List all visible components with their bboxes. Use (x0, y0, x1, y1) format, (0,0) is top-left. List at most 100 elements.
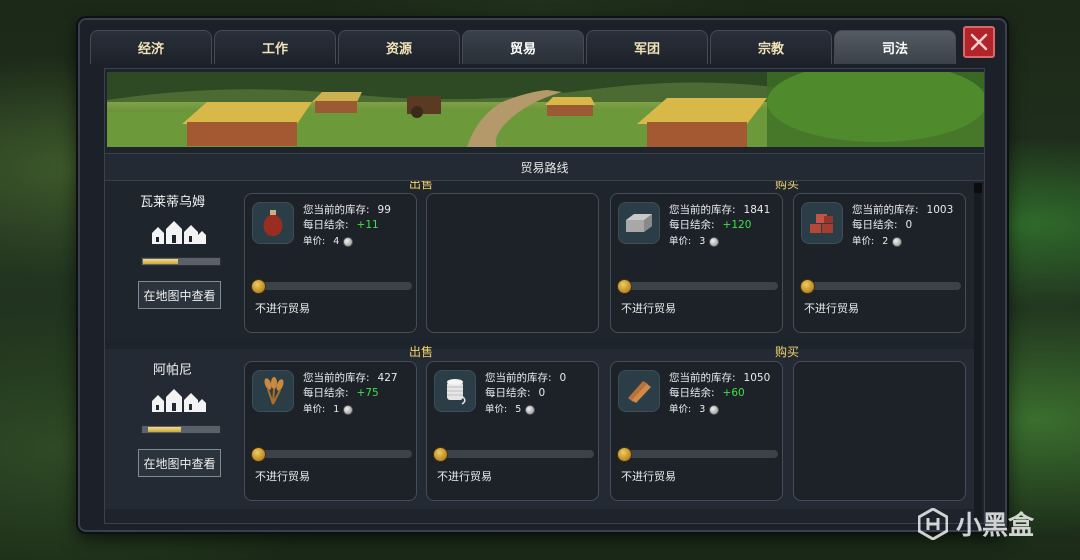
stock-value: 0 (559, 372, 567, 384)
stock-value: 1003 (926, 204, 954, 216)
price-label: 单价: (485, 404, 508, 415)
buy-section-label: 购买 (775, 181, 800, 191)
silver-coin-icon (709, 404, 720, 415)
trade-amount-slider[interactable] (251, 447, 414, 462)
slider-knob[interactable] (800, 279, 815, 294)
city-name: 阿帕尼 (152, 363, 192, 378)
trade-status: 不进行贸易 (255, 302, 310, 315)
silver-coin-icon (343, 236, 354, 247)
city-buildings-icon (152, 221, 206, 244)
daily-line: 每日结余: +75 (303, 385, 379, 400)
price-label: 单价: (852, 236, 875, 247)
trade-status: 不进行贸易 (804, 302, 859, 315)
wood-planks-icon (618, 370, 660, 412)
daily-line: 每日结余: +60 (669, 385, 745, 400)
wine-amphora-icon (252, 202, 294, 244)
close-button[interactable] (963, 26, 995, 58)
tab-economy[interactable]: 经济 (90, 30, 212, 64)
trade-route-row: 阿帕尼 在地图中查看 出售 购买 您当前的库存: 427 每日结余: +75 单… (105, 345, 975, 509)
slider-knob[interactable] (251, 447, 266, 462)
population-fill (143, 259, 178, 264)
route-city: 阿帕尼 在地图中查看 (105, 349, 240, 509)
population-fill (148, 427, 181, 432)
slider-knob[interactable] (617, 279, 632, 294)
trade-status: 不进行贸易 (621, 302, 676, 315)
view-on-map-button[interactable]: 在地图中查看 (138, 449, 221, 477)
daily-value: 0 (905, 219, 913, 231)
stock-label: 您当前的库存: (669, 372, 736, 384)
price-value: 2 (882, 236, 889, 247)
slider-track (625, 450, 778, 458)
trade-amount-slider[interactable] (617, 447, 780, 462)
slider-knob[interactable] (433, 447, 448, 462)
tab-jobs[interactable]: 工作 (214, 30, 336, 64)
daily-value: +11 (356, 219, 379, 231)
silver-coin-icon (525, 404, 536, 415)
city-name: 瓦莱蒂乌姆 (139, 195, 205, 210)
empty-trade-slot (426, 193, 599, 333)
daily-label: 每日结余: (852, 219, 898, 231)
stock-label: 您当前的库存: (852, 204, 919, 216)
thread-spool-icon (434, 370, 476, 412)
tab-trade[interactable]: 贸易 (462, 30, 584, 64)
stock-line: 您当前的库存: 1841 (669, 202, 770, 217)
bricks-icon (801, 202, 843, 244)
countryside-banner-image (107, 72, 984, 147)
slider-track (441, 450, 594, 458)
trade-card: 您当前的库存: 1050 每日结余: +60 单价: 3 不进行贸易 (610, 361, 783, 501)
stock-line: 您当前的库存: 99 (303, 202, 391, 217)
stock-value: 427 (377, 372, 398, 384)
stock-value: 1050 (743, 372, 771, 384)
scrollbar-thumb[interactable] (974, 183, 982, 193)
scrollbar[interactable] (974, 183, 982, 521)
tab-resources[interactable]: 资源 (338, 30, 460, 64)
stock-line: 您当前的库存: 0 (485, 370, 566, 385)
trade-card: 您当前的库存: 99 每日结余: +11 单价: 4 不进行贸易 (244, 193, 417, 333)
trade-amount-slider[interactable] (800, 279, 963, 294)
slider-knob[interactable] (617, 447, 632, 462)
tab-legions[interactable]: 军团 (586, 30, 708, 64)
price-value: 3 (699, 236, 706, 247)
empire-panel-window: 经济 工作 资源 贸易 军团 宗教 司法 贸易路线 瓦莱蒂乌姆 在地图中查看 出… (78, 18, 1007, 532)
daily-value: 0 (538, 387, 546, 399)
daily-label: 每日结余: (485, 387, 531, 399)
price-value: 4 (333, 236, 340, 247)
trade-status: 不进行贸易 (255, 470, 310, 483)
price-value: 5 (515, 404, 522, 415)
trade-amount-slider[interactable] (251, 279, 414, 294)
stock-label: 您当前的库存: (303, 372, 370, 384)
price-line: 单价: 1 (303, 401, 354, 415)
stone-block-icon (618, 202, 660, 244)
trade-routes-header: 贸易路线 (105, 153, 984, 181)
price-label: 单价: (303, 236, 326, 247)
trade-card: 您当前的库存: 0 每日结余: 0 单价: 5 不进行贸易 (426, 361, 599, 501)
daily-label: 每日结余: (303, 219, 349, 231)
watermark: 小黑盒 (918, 505, 1034, 542)
city-buildings-icon (152, 389, 206, 412)
trade-amount-slider[interactable] (433, 447, 596, 462)
tab-justice[interactable]: 司法 (834, 30, 956, 64)
slider-knob[interactable] (251, 279, 266, 294)
trade-card: 您当前的库存: 1841 每日结余: +120 单价: 3 不进行贸易 (610, 193, 783, 333)
stock-value: 99 (377, 204, 391, 216)
slider-track (625, 282, 778, 290)
price-label: 单价: (669, 236, 692, 247)
stock-value: 1841 (743, 204, 771, 216)
stock-line: 您当前的库存: 427 (303, 370, 398, 385)
tab-religion[interactable]: 宗教 (710, 30, 832, 64)
price-line: 单价: 3 (669, 401, 720, 415)
stock-label: 您当前的库存: (303, 204, 370, 216)
stock-label: 您当前的库存: (669, 204, 736, 216)
view-on-map-button[interactable]: 在地图中查看 (138, 281, 221, 309)
price-line: 单价: 5 (485, 401, 536, 415)
slider-track (259, 282, 412, 290)
stock-line: 您当前的库存: 1050 (669, 370, 770, 385)
price-line: 单价: 2 (852, 233, 903, 247)
price-line: 单价: 3 (669, 233, 720, 247)
trade-content: 贸易路线 瓦莱蒂乌姆 在地图中查看 出售 购买 您当前的库存: 99 每日结余:… (104, 68, 985, 524)
xiaoheihe-logo-icon (918, 507, 948, 540)
trade-amount-slider[interactable] (617, 279, 780, 294)
trade-routes-list[interactable]: 瓦莱蒂乌姆 在地图中查看 出售 购买 您当前的库存: 99 每日结余: +11 … (105, 181, 984, 523)
population-bar (141, 425, 221, 434)
watermark-text: 小黑盒 (956, 511, 1035, 541)
